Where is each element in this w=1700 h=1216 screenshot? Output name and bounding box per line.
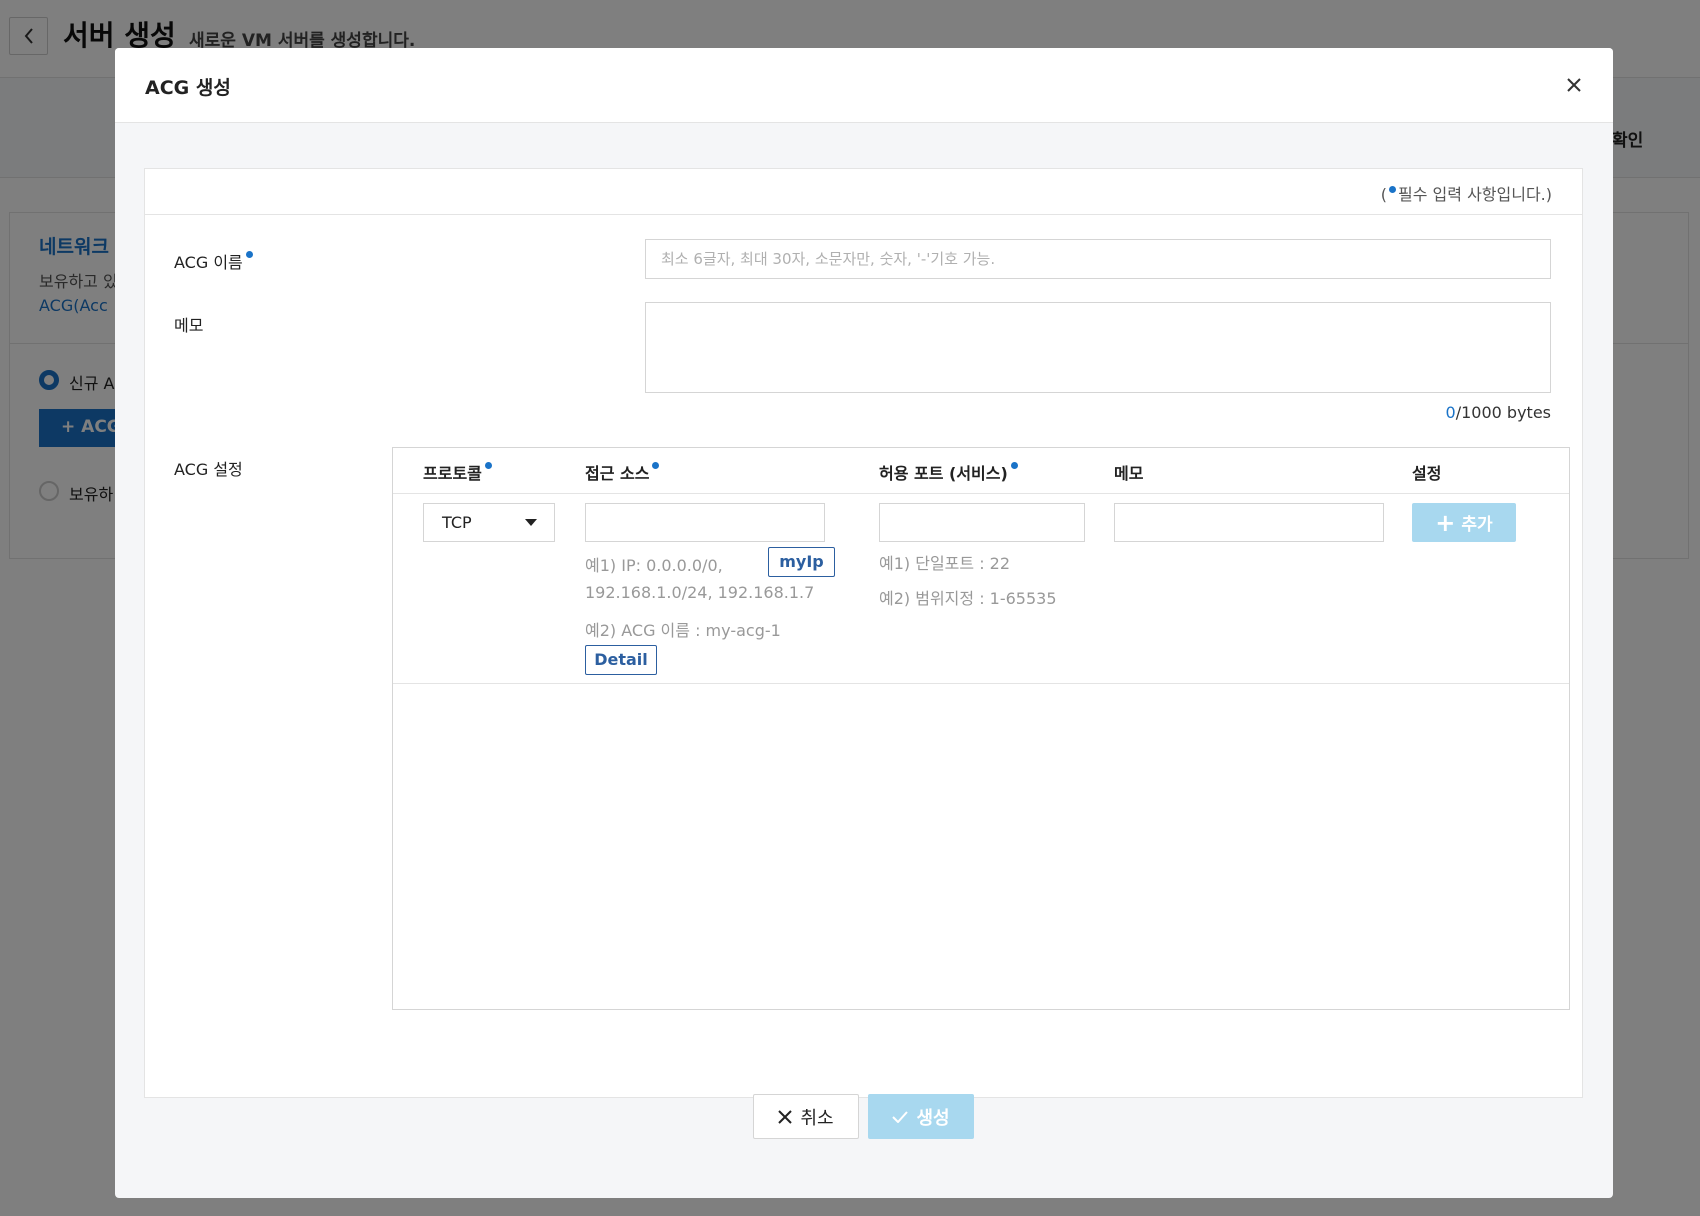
- col-header-setting: 설정: [1412, 464, 1442, 483]
- create-button-label: 생성: [916, 1107, 950, 1129]
- plus-icon: +: [1435, 508, 1456, 537]
- memo-label: 메모: [174, 316, 204, 335]
- memo-textarea[interactable]: [645, 302, 1551, 393]
- modal-header: ACG 생성: [115, 48, 1613, 123]
- required-dot-icon: [652, 462, 660, 469]
- port-hint-2: 예2) 범위지정 : 1-65535: [879, 589, 1057, 608]
- col-header-source-text: 접근 소스: [585, 464, 650, 483]
- dropdown-caret-icon: [525, 519, 537, 526]
- byte-count-current: 0: [1445, 403, 1456, 422]
- acg-name-input[interactable]: [645, 239, 1551, 279]
- modal-close-button[interactable]: [1561, 72, 1587, 98]
- source-hint-2: 192.168.1.0/24, 192.168.1.7: [585, 583, 815, 602]
- cancel-button[interactable]: 취소: [753, 1094, 859, 1139]
- protocol-select-value: TCP: [442, 513, 472, 532]
- col-header-protocol-text: 프로토콜: [423, 464, 482, 483]
- rule-memo-input[interactable]: [1114, 503, 1384, 542]
- acg-name-label: ACG 이름: [174, 249, 253, 273]
- acg-form-panel: ( 필수 입력 사항입니다.) ACG 이름 메모 0/1000 bytes AC…: [144, 168, 1583, 1098]
- col-header-memo: 메모: [1114, 464, 1144, 483]
- close-icon: [1567, 78, 1581, 92]
- memo-byte-count: 0/1000 bytes: [1446, 403, 1551, 422]
- rule-input-row: TCP myIp 예1) IP: 0.0.0.0/0, 192.168.1.0/…: [393, 494, 1569, 684]
- detail-button[interactable]: Detail: [585, 645, 657, 675]
- allowed-port-input[interactable]: [879, 503, 1085, 542]
- required-dot-icon: [1389, 186, 1397, 193]
- add-rule-button-label: 추가: [1461, 515, 1493, 535]
- acg-rules-table: 프로토콜 접근 소스 허용 포트 (서비스) 메모 설정 TCP myIp 예1…: [392, 447, 1570, 1010]
- access-source-input[interactable]: [585, 503, 825, 542]
- required-note-text: 필수 입력 사항입니다.): [1398, 185, 1552, 204]
- port-hint-1: 예1) 단일포트 : 22: [879, 554, 1011, 573]
- myip-button[interactable]: myIp: [768, 547, 835, 577]
- x-icon: [778, 1109, 793, 1124]
- acg-name-label-text: ACG 이름: [174, 253, 243, 272]
- check-icon: [892, 1110, 909, 1123]
- acg-create-modal: ACG 생성 ( 필수 입력 사항입니다.) ACG 이름 메모 0/1000 b…: [115, 48, 1613, 1198]
- add-rule-button[interactable]: + 추가: [1412, 503, 1516, 542]
- source-hint-3: 예2) ACG 이름 : my-acg-1: [585, 621, 781, 640]
- required-note-prefix: (: [1380, 185, 1388, 204]
- col-header-protocol: 프로토콜: [423, 460, 492, 484]
- cancel-button-label: 취소: [800, 1107, 834, 1129]
- source-hint-1: 예1) IP: 0.0.0.0/0,: [585, 556, 723, 575]
- byte-count-total: /1000 bytes: [1455, 403, 1551, 422]
- required-dot-icon: [1010, 462, 1018, 469]
- modal-title: ACG 생성: [145, 77, 231, 99]
- rules-table-header: 프로토콜 접근 소스 허용 포트 (서비스) 메모 설정: [393, 448, 1569, 494]
- protocol-select[interactable]: TCP: [423, 503, 555, 542]
- create-button[interactable]: 생성: [868, 1094, 974, 1139]
- acg-settings-label: ACG 설정: [174, 460, 243, 479]
- required-dot-icon: [484, 462, 492, 469]
- col-header-source: 접근 소스: [585, 460, 660, 484]
- required-note: ( 필수 입력 사항입니다.): [1381, 181, 1552, 205]
- col-header-port-text: 허용 포트 (서비스): [879, 464, 1008, 483]
- required-dot-icon: [245, 251, 253, 258]
- panel-divider: [145, 214, 1582, 215]
- col-header-port: 허용 포트 (서비스): [879, 460, 1018, 484]
